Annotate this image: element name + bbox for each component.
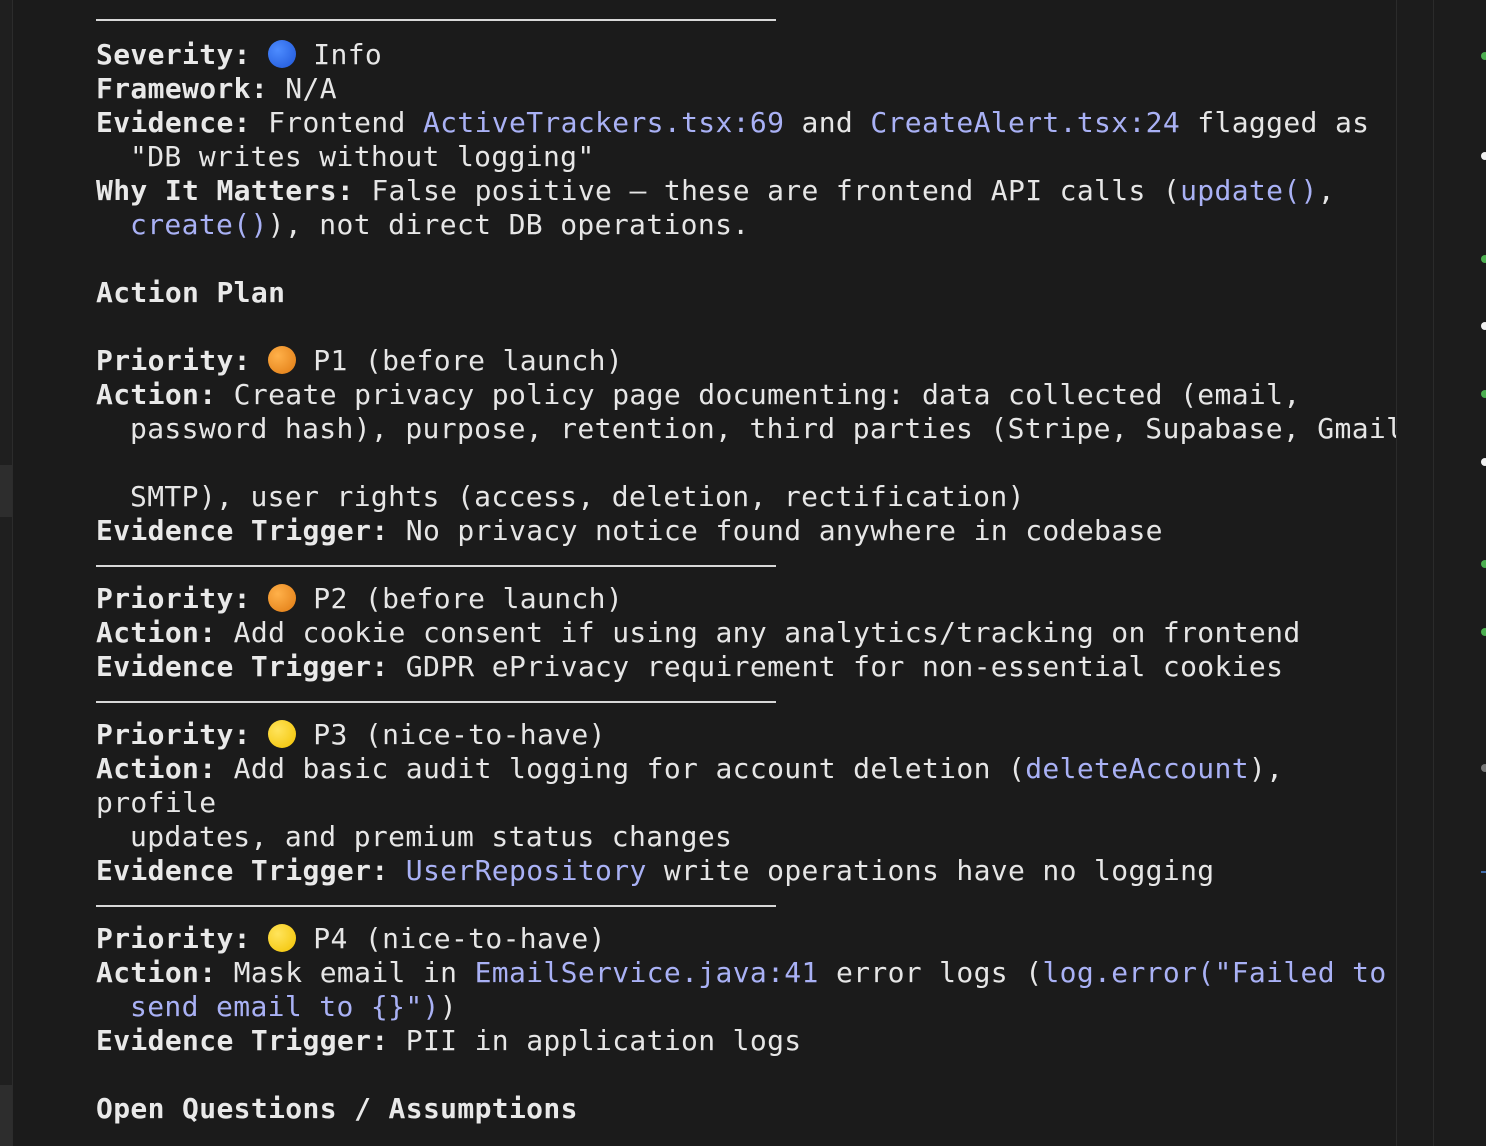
- code-ref-email-service[interactable]: EmailService.java:41: [475, 956, 819, 989]
- yellow-circle-icon: [268, 720, 297, 748]
- status-dot-green: [1481, 628, 1486, 636]
- divider: [96, 19, 776, 21]
- left-gutter: [0, 0, 13, 1146]
- trigger-text: write operations have no logging: [646, 854, 1215, 887]
- status-dot-green: [1481, 52, 1486, 60]
- code-ref-delete-account[interactable]: deleteAccount: [1025, 752, 1249, 785]
- action-text: ),: [1248, 752, 1284, 785]
- trigger-label: Evidence Trigger:: [96, 514, 389, 547]
- orange-circle-icon: [268, 346, 297, 374]
- priority-label: Priority:: [96, 344, 251, 377]
- trigger-line-p3: Evidence Trigger: UserRepository write o…: [96, 854, 1215, 888]
- why-text: ), not direct DB operations.: [267, 208, 750, 241]
- why-line: Why It Matters: False positive — these a…: [96, 174, 1335, 208]
- divider: [96, 565, 776, 567]
- why-line-2: create()), not direct DB operations.: [130, 208, 749, 242]
- framework-line: Framework: N/A: [96, 72, 337, 106]
- action-line-p3-3: updates, and premium status changes: [130, 820, 733, 853]
- open-questions-heading: Open Questions / Assumptions: [96, 1092, 578, 1125]
- priority-line-p4: Priority: P4 (nice-to-have): [96, 922, 606, 956]
- divider: [96, 905, 776, 907]
- status-dot-white: [1481, 458, 1486, 466]
- priority-line-p2: Priority: P2 (before launch): [96, 582, 623, 616]
- code-ref-log-error[interactable]: log.error("Failed to: [1042, 956, 1386, 989]
- right-rail: [1396, 0, 1486, 1146]
- priority-value: P2 (before launch): [296, 582, 624, 615]
- evidence-line-2: "DB writes without logging": [130, 140, 595, 173]
- priority-label: Priority:: [96, 922, 251, 955]
- action-line-p4-2: send email to {}")): [130, 990, 457, 1024]
- action-plan-heading: Action Plan: [96, 276, 286, 309]
- gutter-marker: [0, 465, 12, 517]
- framework-value: N/A: [268, 72, 337, 105]
- action-line-p3: Action: Add basic audit logging for acco…: [96, 752, 1283, 786]
- orange-circle-icon: [268, 584, 297, 612]
- framework-label: Framework:: [96, 72, 269, 105]
- divider: [96, 701, 776, 703]
- action-label: Action:: [96, 752, 217, 785]
- severity-line: Severity: Info: [96, 38, 382, 72]
- blue-circle-icon: [268, 40, 297, 68]
- action-text: Mask email in: [216, 956, 475, 989]
- code-ref-active-trackers[interactable]: ActiveTrackers.tsx:69: [423, 106, 784, 139]
- action-line-p1-2: password hash), purpose, retention, thir…: [130, 412, 1404, 445]
- status-dot-gray: [1481, 764, 1486, 772]
- code-ref-log-error-cont[interactable]: send email to {}"): [130, 990, 440, 1023]
- priority-line-p3: Priority: P3 (nice-to-have): [96, 718, 606, 752]
- trigger-text: GDPR ePrivacy requirement for non-essent…: [388, 650, 1284, 683]
- action-text: Create privacy policy page documenting: …: [216, 378, 1301, 411]
- why-text: ,: [1317, 174, 1335, 207]
- trigger-line-p2: Evidence Trigger: GDPR ePrivacy requirem…: [96, 650, 1283, 684]
- why-text: False positive — these are frontend API …: [354, 174, 1181, 207]
- trigger-label: Evidence Trigger:: [96, 1024, 389, 1057]
- action-text: Add cookie consent if using any analytic…: [216, 616, 1301, 649]
- evidence-text: flagged as: [1180, 106, 1370, 139]
- evidence-label: Evidence:: [96, 106, 251, 139]
- gutter-marker: [0, 1085, 12, 1146]
- priority-label: Priority:: [96, 718, 251, 751]
- evidence-line: Evidence: Frontend ActiveTrackers.tsx:69…: [96, 106, 1369, 140]
- code-ref-create-alert[interactable]: CreateAlert.tsx:24: [870, 106, 1180, 139]
- trigger-text: PII in application logs: [388, 1024, 802, 1057]
- severity-value: Info: [296, 38, 383, 71]
- severity-label: Severity:: [96, 38, 251, 71]
- priority-label: Priority:: [96, 582, 251, 615]
- status-dot-green: [1481, 255, 1486, 263]
- evidence-text: Frontend: [250, 106, 423, 139]
- code-ref-create[interactable]: create(): [130, 208, 268, 241]
- priority-value: P1 (before launch): [296, 344, 624, 377]
- action-text: error logs (: [818, 956, 1043, 989]
- code-ref-update[interactable]: update(): [1180, 174, 1318, 207]
- status-dot-green: [1481, 390, 1486, 398]
- action-label: Action:: [96, 956, 217, 989]
- action-line-p3-2: profile: [96, 786, 217, 819]
- code-ref-user-repository[interactable]: UserRepository: [406, 854, 647, 887]
- priority-line-p1: Priority: P1 (before launch): [96, 344, 623, 378]
- yellow-circle-icon: [268, 924, 297, 952]
- rail-tick: [1481, 871, 1486, 873]
- trigger-line-p4: Evidence Trigger: PII in application log…: [96, 1024, 802, 1058]
- status-dot-green: [1481, 560, 1486, 568]
- evidence-text: and: [784, 106, 871, 139]
- priority-value: P3 (nice-to-have): [296, 718, 606, 751]
- trigger-label: Evidence Trigger:: [96, 650, 389, 683]
- status-dot-white: [1481, 152, 1486, 160]
- action-line-p4: Action: Mask email in EmailService.java:…: [96, 956, 1387, 990]
- rail-divider: [1433, 0, 1434, 1146]
- action-label: Action:: [96, 616, 217, 649]
- why-label: Why It Matters:: [96, 174, 355, 207]
- action-line-p1-3: SMTP), user rights (access, deletion, re…: [130, 480, 1025, 513]
- priority-value: P4 (nice-to-have): [296, 922, 606, 955]
- trigger-label: Evidence Trigger:: [96, 854, 389, 887]
- trigger-line-p1: Evidence Trigger: No privacy notice foun…: [96, 514, 1163, 548]
- status-dot-white: [1481, 322, 1486, 330]
- trigger-text: No privacy notice found anywhere in code…: [388, 514, 1163, 547]
- action-line-p1: Action: Create privacy policy page docum…: [96, 378, 1301, 412]
- action-text: Add basic audit logging for account dele…: [216, 752, 1026, 785]
- action-label: Action:: [96, 378, 217, 411]
- action-text: ): [439, 990, 457, 1023]
- action-line-p2: Action: Add cookie consent if using any …: [96, 616, 1301, 650]
